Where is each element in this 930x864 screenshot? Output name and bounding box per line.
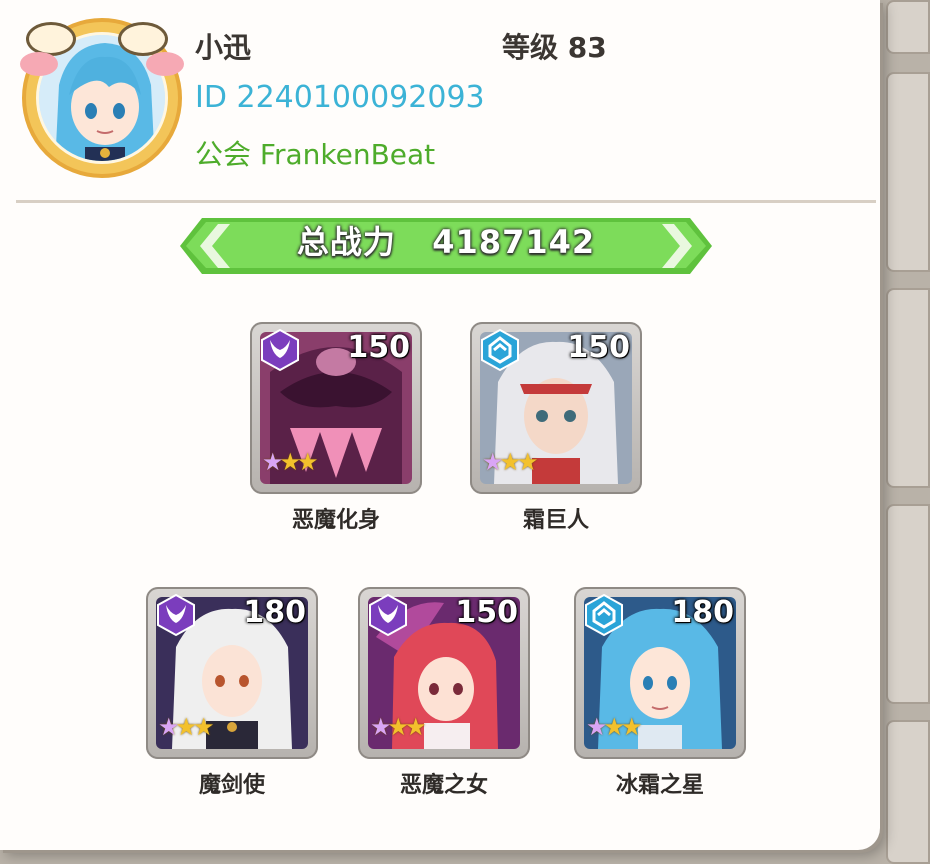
background-panel-edge <box>886 504 930 704</box>
header-divider <box>16 200 876 203</box>
hero-name: 魔剑使 <box>198 773 265 798</box>
hero-name: 霜巨人 <box>522 508 589 533</box>
avatar-frame-ear-left <box>26 22 76 56</box>
hero-star-rating: ★★★ <box>482 448 539 476</box>
shield-crest-icon <box>585 593 623 637</box>
hero-level: 150 <box>347 330 410 365</box>
hero-name: 恶魔化身 <box>291 508 380 533</box>
demon-horns-icon <box>369 593 407 637</box>
hero-name: 恶魔之女 <box>399 773 488 798</box>
hero-card[interactable]: 180 ★★★ 魔剑使 <box>146 587 318 802</box>
avatar-frame-ear-right <box>118 22 168 56</box>
hero-name: 冰霜之星 <box>615 773 704 798</box>
total-power-banner: 总战力 4187142 <box>178 216 714 276</box>
hero-star-rating: ★★★ <box>158 713 215 741</box>
hero-card[interactable]: 150 ★★★ 恶魔之女 <box>358 587 530 802</box>
demon-horns-icon <box>261 328 299 372</box>
hero-level: 180 <box>671 595 734 630</box>
hero-star-rating: ★★★ <box>586 713 643 741</box>
background-panel-edge <box>886 288 930 488</box>
total-power-text: 总战力 4187142 <box>178 216 714 268</box>
total-power-value: 4187142 <box>432 223 596 261</box>
hero-level: 150 <box>455 595 518 630</box>
demon-horns-icon <box>157 593 195 637</box>
hero-star-rating: ★★★ <box>262 448 319 476</box>
player-level: 等级 83 <box>502 31 607 64</box>
hero-star-rating: ★★★ <box>370 713 427 741</box>
total-power-label: 总战力 <box>296 223 396 261</box>
hero-level: 180 <box>243 595 306 630</box>
player-name: 小迅 <box>195 31 252 64</box>
hero-card[interactable]: 150 ★★★ 霜巨人 <box>470 322 642 537</box>
hero-level: 150 <box>567 330 630 365</box>
background-panel-edge <box>886 0 930 54</box>
player-id: ID 2240100092093 <box>195 80 485 115</box>
background-panel-edge <box>886 72 930 272</box>
player-info-popup: 小迅 等级 83 ID 2240100092093 公会 FrankenBeat… <box>0 0 880 850</box>
background-panel-edge <box>886 720 930 864</box>
hero-card[interactable]: 150 ★★★ 恶魔化身 <box>250 322 422 537</box>
hero-card[interactable]: 180 ★★★ 冰霜之星 <box>574 587 746 802</box>
shield-crest-icon <box>481 328 519 372</box>
avatar-frame-blush-left <box>20 52 58 76</box>
avatar-frame-blush-right <box>146 52 184 76</box>
player-guild[interactable]: 公会 FrankenBeat <box>195 133 435 173</box>
